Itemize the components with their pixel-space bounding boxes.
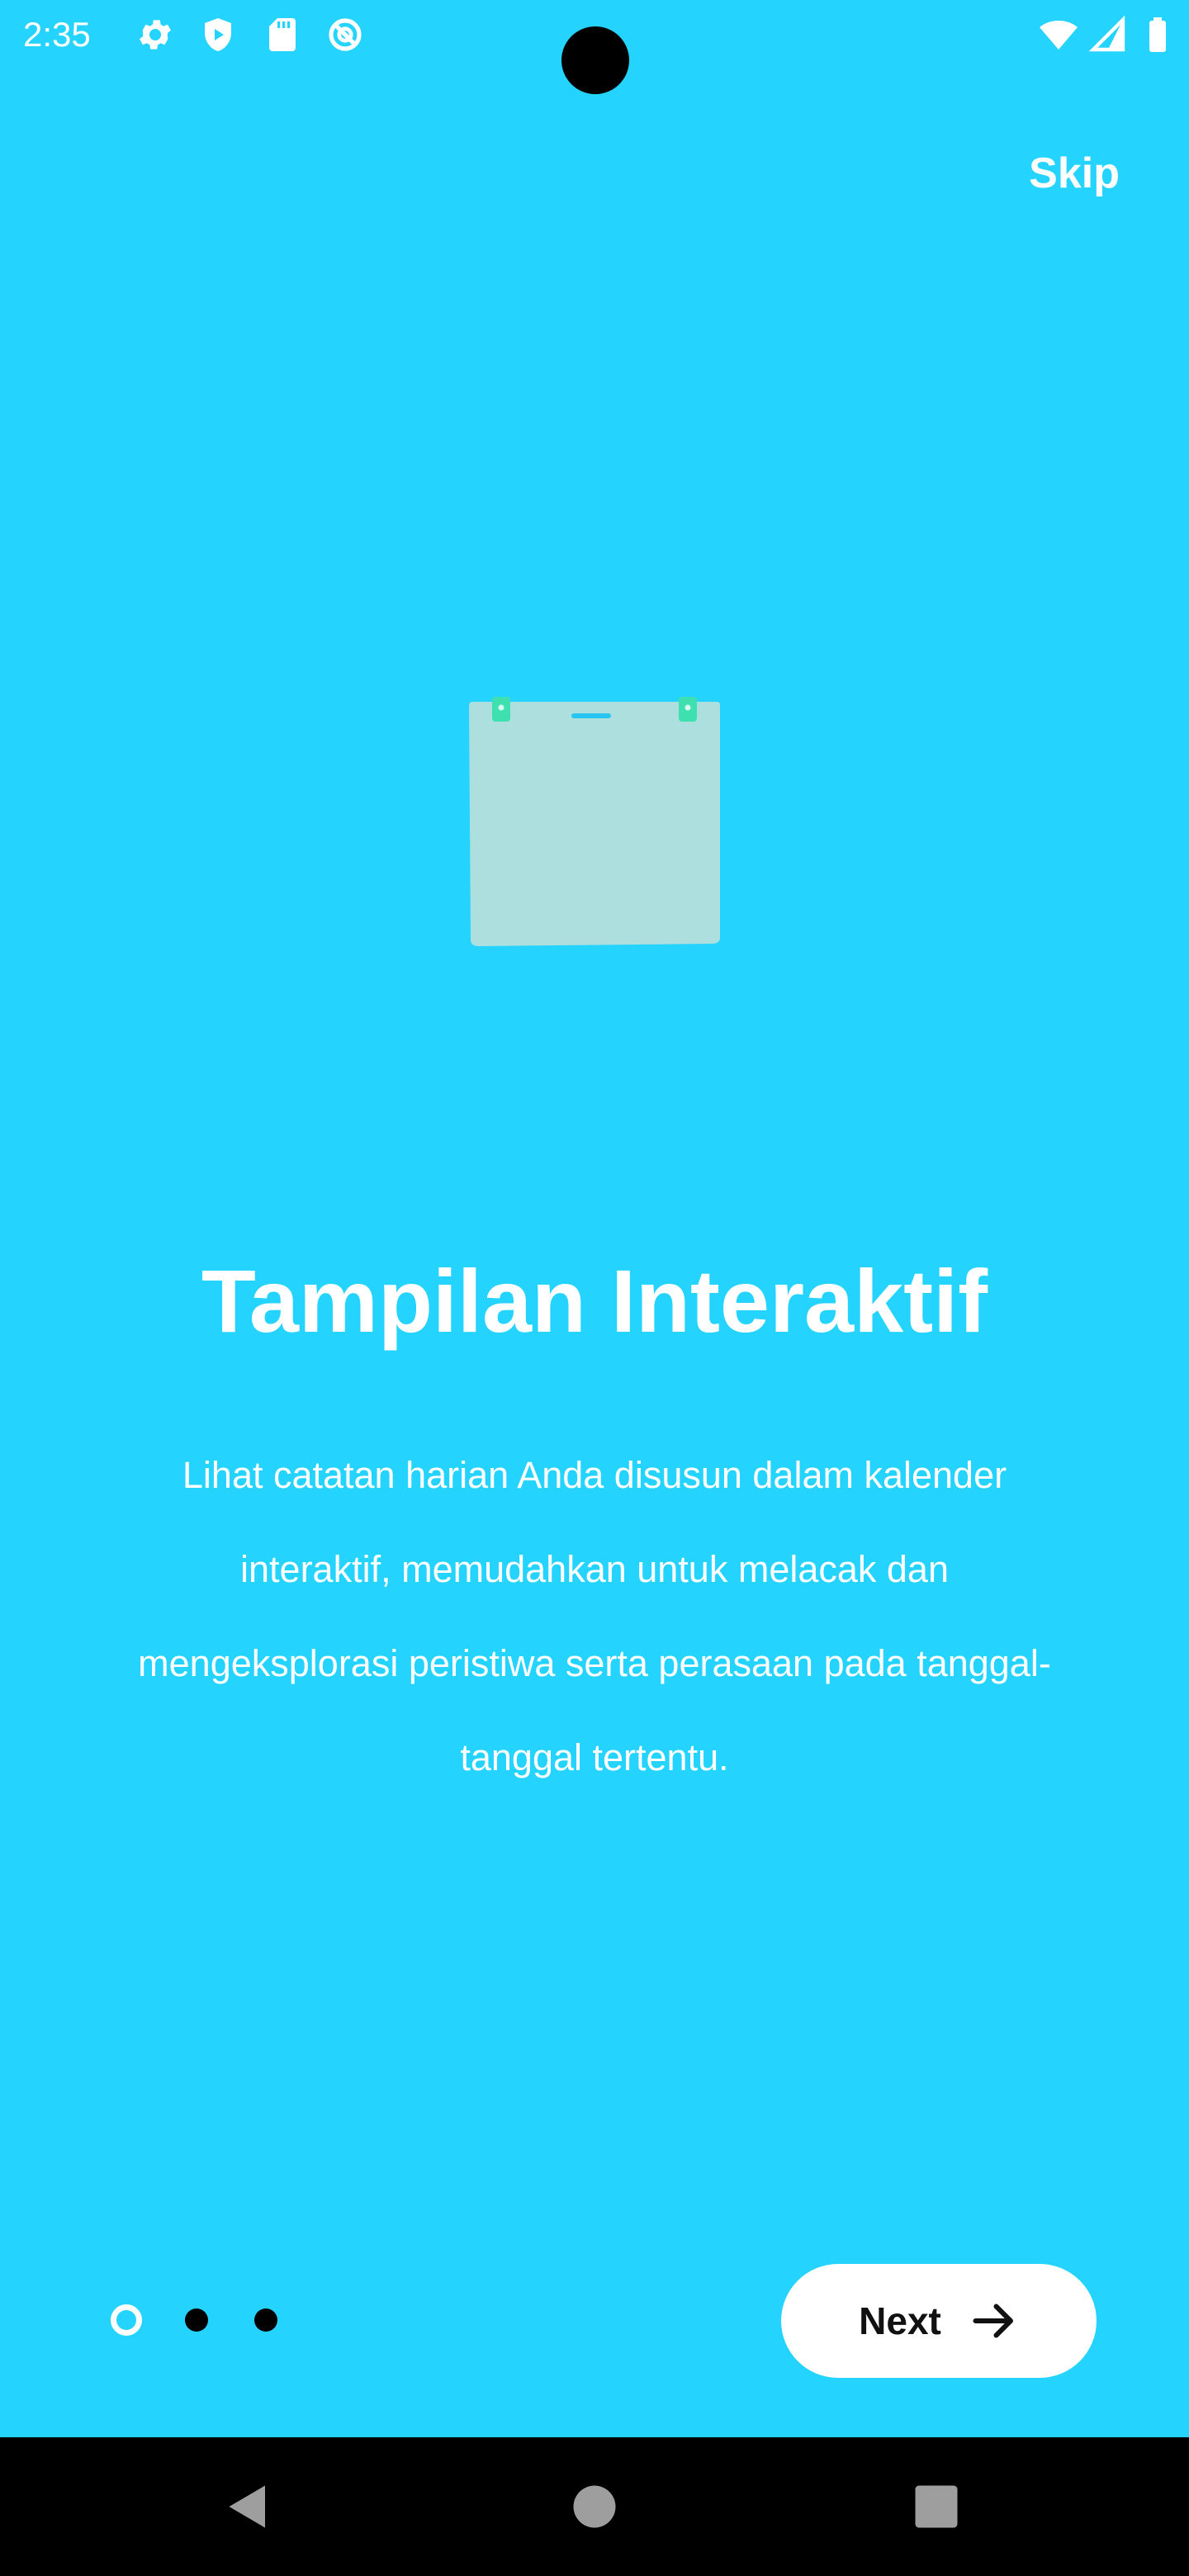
navigation-bar <box>0 2437 1189 2576</box>
calendar-notepad-illustration <box>469 697 720 946</box>
page-dot-active[interactable] <box>111 2304 142 2336</box>
onboarding-title: Tampilan Interaktif <box>201 1251 988 1351</box>
wifi-icon <box>1040 21 1078 50</box>
onboarding-description: Lihat catatan harian Anda disusun dalam … <box>138 1454 1051 1778</box>
arrow-right-icon <box>973 2304 1013 2338</box>
battery-icon <box>1149 17 1166 52</box>
page-dot[interactable] <box>185 2308 208 2332</box>
gear-icon <box>140 20 171 50</box>
back-icon[interactable] <box>218 2477 277 2536</box>
page-dot[interactable] <box>254 2308 277 2332</box>
camera-cutout <box>561 26 629 94</box>
home-icon[interactable] <box>565 2477 624 2536</box>
recents-icon[interactable] <box>907 2477 966 2536</box>
no-disturb-icon <box>329 18 362 51</box>
status-time: 2:35 <box>23 15 91 54</box>
page-indicator <box>111 2304 292 2337</box>
shield-play-icon <box>205 18 231 51</box>
skip-button[interactable]: Skip <box>1029 142 1120 205</box>
next-button[interactable]: Next <box>781 2264 1097 2378</box>
next-label: Next <box>859 2299 941 2342</box>
status-bar: 2:35 <box>0 0 1189 94</box>
sd-card-icon <box>269 18 296 51</box>
signal-icon <box>1088 15 1125 52</box>
